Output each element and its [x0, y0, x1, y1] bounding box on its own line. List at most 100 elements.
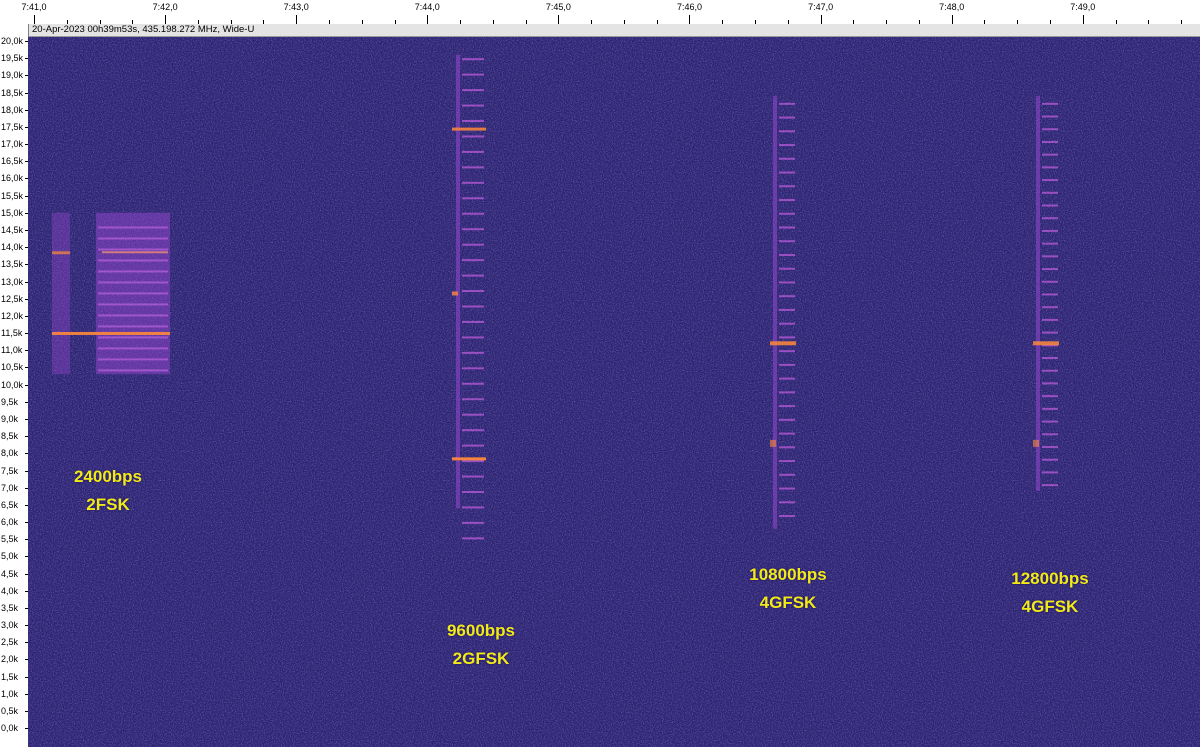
burst-9600-symbol	[462, 259, 484, 262]
annotation-2400bps: 2400bps 2FSK	[58, 463, 158, 519]
burst-2fsk-line	[98, 369, 168, 372]
burst-12800-symbol	[1042, 128, 1058, 131]
burst-9600-symbol	[462, 475, 484, 478]
burst-2fsk-line-hot	[102, 251, 168, 254]
freq-label: 7,5k	[1, 465, 19, 476]
time-tick	[821, 15, 822, 24]
info-bar: 20-Apr-2023 00h39m53s, 435.198.272 MHz, …	[28, 24, 1200, 37]
burst-12800-symbol	[1042, 407, 1058, 410]
time-label: 7:45,0	[545, 2, 571, 12]
burst-12800-symbol	[1042, 395, 1058, 398]
burst-12800-symbol	[1042, 140, 1058, 143]
burst-10800-symbol	[779, 460, 795, 463]
freq-label: 12,0k	[1, 310, 24, 321]
burst-2fsk-line	[98, 226, 168, 229]
time-label: 7:48,0	[939, 2, 965, 12]
burst-10800-symbol	[779, 253, 795, 256]
freq-label: 20,0k	[1, 36, 24, 46]
annotation-9600bps: 9600bps 2GFSK	[426, 617, 536, 673]
burst-9600-symbol	[462, 336, 484, 339]
burst-2fsk-line	[98, 292, 168, 295]
freq-label: 9,0k	[1, 413, 19, 424]
time-tick	[1083, 15, 1084, 24]
freq-label: 4,0k	[1, 585, 19, 596]
time-label: 7:47,0	[808, 2, 834, 12]
burst-10800-symbol	[779, 473, 795, 476]
freq-label: 8,0k	[1, 448, 19, 459]
time-label: 7:44,0	[414, 2, 440, 12]
burst-2fsk-line	[98, 358, 168, 361]
freq-label: 18,5k	[1, 87, 24, 98]
annotation-10800bps: 10800bps 4GFSK	[728, 561, 848, 617]
burst-2fsk-line	[98, 248, 168, 251]
burst-10800-symbol	[779, 432, 795, 435]
time-tick	[689, 15, 690, 24]
burst-10800-symbol	[779, 226, 795, 229]
burst-10800-symbol	[779, 212, 795, 215]
burst-12800-symbol	[1042, 471, 1058, 474]
burst-9600-symbol	[462, 197, 484, 200]
burst-9600-hot	[452, 291, 458, 296]
burst-9600-symbol	[462, 351, 484, 354]
time-tick	[296, 15, 297, 24]
burst-9600-symbol	[462, 444, 484, 447]
time-ruler[interactable]: 7:41,0 7:42,0 7:43,0 7:44,0 7:45,0 7:46,0 7:47…	[0, 0, 1200, 25]
time-tick	[427, 15, 428, 24]
burst-10800-symbol	[779, 377, 795, 380]
burst-10800-symbol	[779, 240, 795, 243]
freq-label: 5,0k	[1, 551, 19, 562]
burst-12800-symbol	[1042, 318, 1058, 321]
time-tick	[165, 15, 166, 24]
annotation-modulation: 2GFSK	[452, 649, 510, 668]
annotation-modulation: 4GFSK	[759, 593, 817, 612]
annotation-12800bps: 12800bps 4GFSK	[990, 565, 1110, 621]
burst-12800-symbol	[1042, 115, 1058, 118]
time-label: 7:42,0	[152, 2, 178, 12]
spectrogram-area[interactable]: 2400bps 2FSK 9600bps 2GFSK 10800bps 4GFS…	[28, 37, 1200, 747]
freq-label: 6,0k	[1, 517, 19, 528]
spectrogram-canvas	[28, 37, 1200, 747]
freq-label: 16,0k	[1, 173, 24, 184]
burst-10800-carrier	[773, 95, 777, 529]
annotation-rate: 12800bps	[1011, 569, 1089, 588]
burst-10800-symbol	[779, 322, 795, 325]
burst-2fsk-line	[98, 303, 168, 306]
burst-12800-symbol	[1042, 191, 1058, 194]
burst-9600-symbol	[462, 120, 484, 123]
freq-label: 19,5k	[1, 53, 24, 64]
freq-label: 13,0k	[1, 276, 24, 287]
time-label: 7:49,0	[1070, 2, 1096, 12]
freq-label: 7,0k	[1, 482, 19, 493]
burst-10800-symbol	[779, 102, 795, 105]
burst-10800-symbol	[779, 405, 795, 408]
burst-12800-symbol	[1042, 458, 1058, 461]
time-tick	[952, 15, 953, 24]
annotation-rate: 2400bps	[73, 467, 143, 486]
burst-10800-symbol	[779, 350, 795, 353]
freq-label: 15,0k	[1, 207, 24, 218]
burst-2fsk-line	[98, 259, 168, 262]
freq-label: 6,5k	[1, 499, 19, 510]
annotation-rate: 10800bps	[749, 565, 827, 584]
burst-9600-symbol	[462, 181, 484, 184]
burst-9600-symbol	[462, 460, 484, 463]
burst-12800-symbol	[1042, 229, 1058, 232]
burst-10800-symbol	[779, 308, 795, 311]
burst-9600-symbol	[462, 413, 484, 416]
burst-9600-carrier	[456, 54, 460, 509]
burst-12800-symbol	[1042, 293, 1058, 296]
burst-12800-hot	[1033, 439, 1039, 447]
burst-12800-symbol	[1042, 280, 1058, 283]
burst-10800-symbol	[779, 295, 795, 298]
burst-10800-symbol	[779, 130, 795, 133]
burst-9600-symbol	[462, 398, 484, 401]
freq-label: 14,0k	[1, 242, 24, 253]
freq-label: 0,0k	[1, 723, 19, 734]
burst-2fsk-line	[98, 281, 168, 284]
freq-label: 3,0k	[1, 620, 19, 631]
burst-9600-symbol	[462, 490, 484, 493]
freq-label: 4,5k	[1, 568, 19, 579]
freq-label: 16,5k	[1, 156, 24, 167]
burst-10800-symbol	[779, 171, 795, 174]
freq-label: 12,5k	[1, 293, 24, 304]
